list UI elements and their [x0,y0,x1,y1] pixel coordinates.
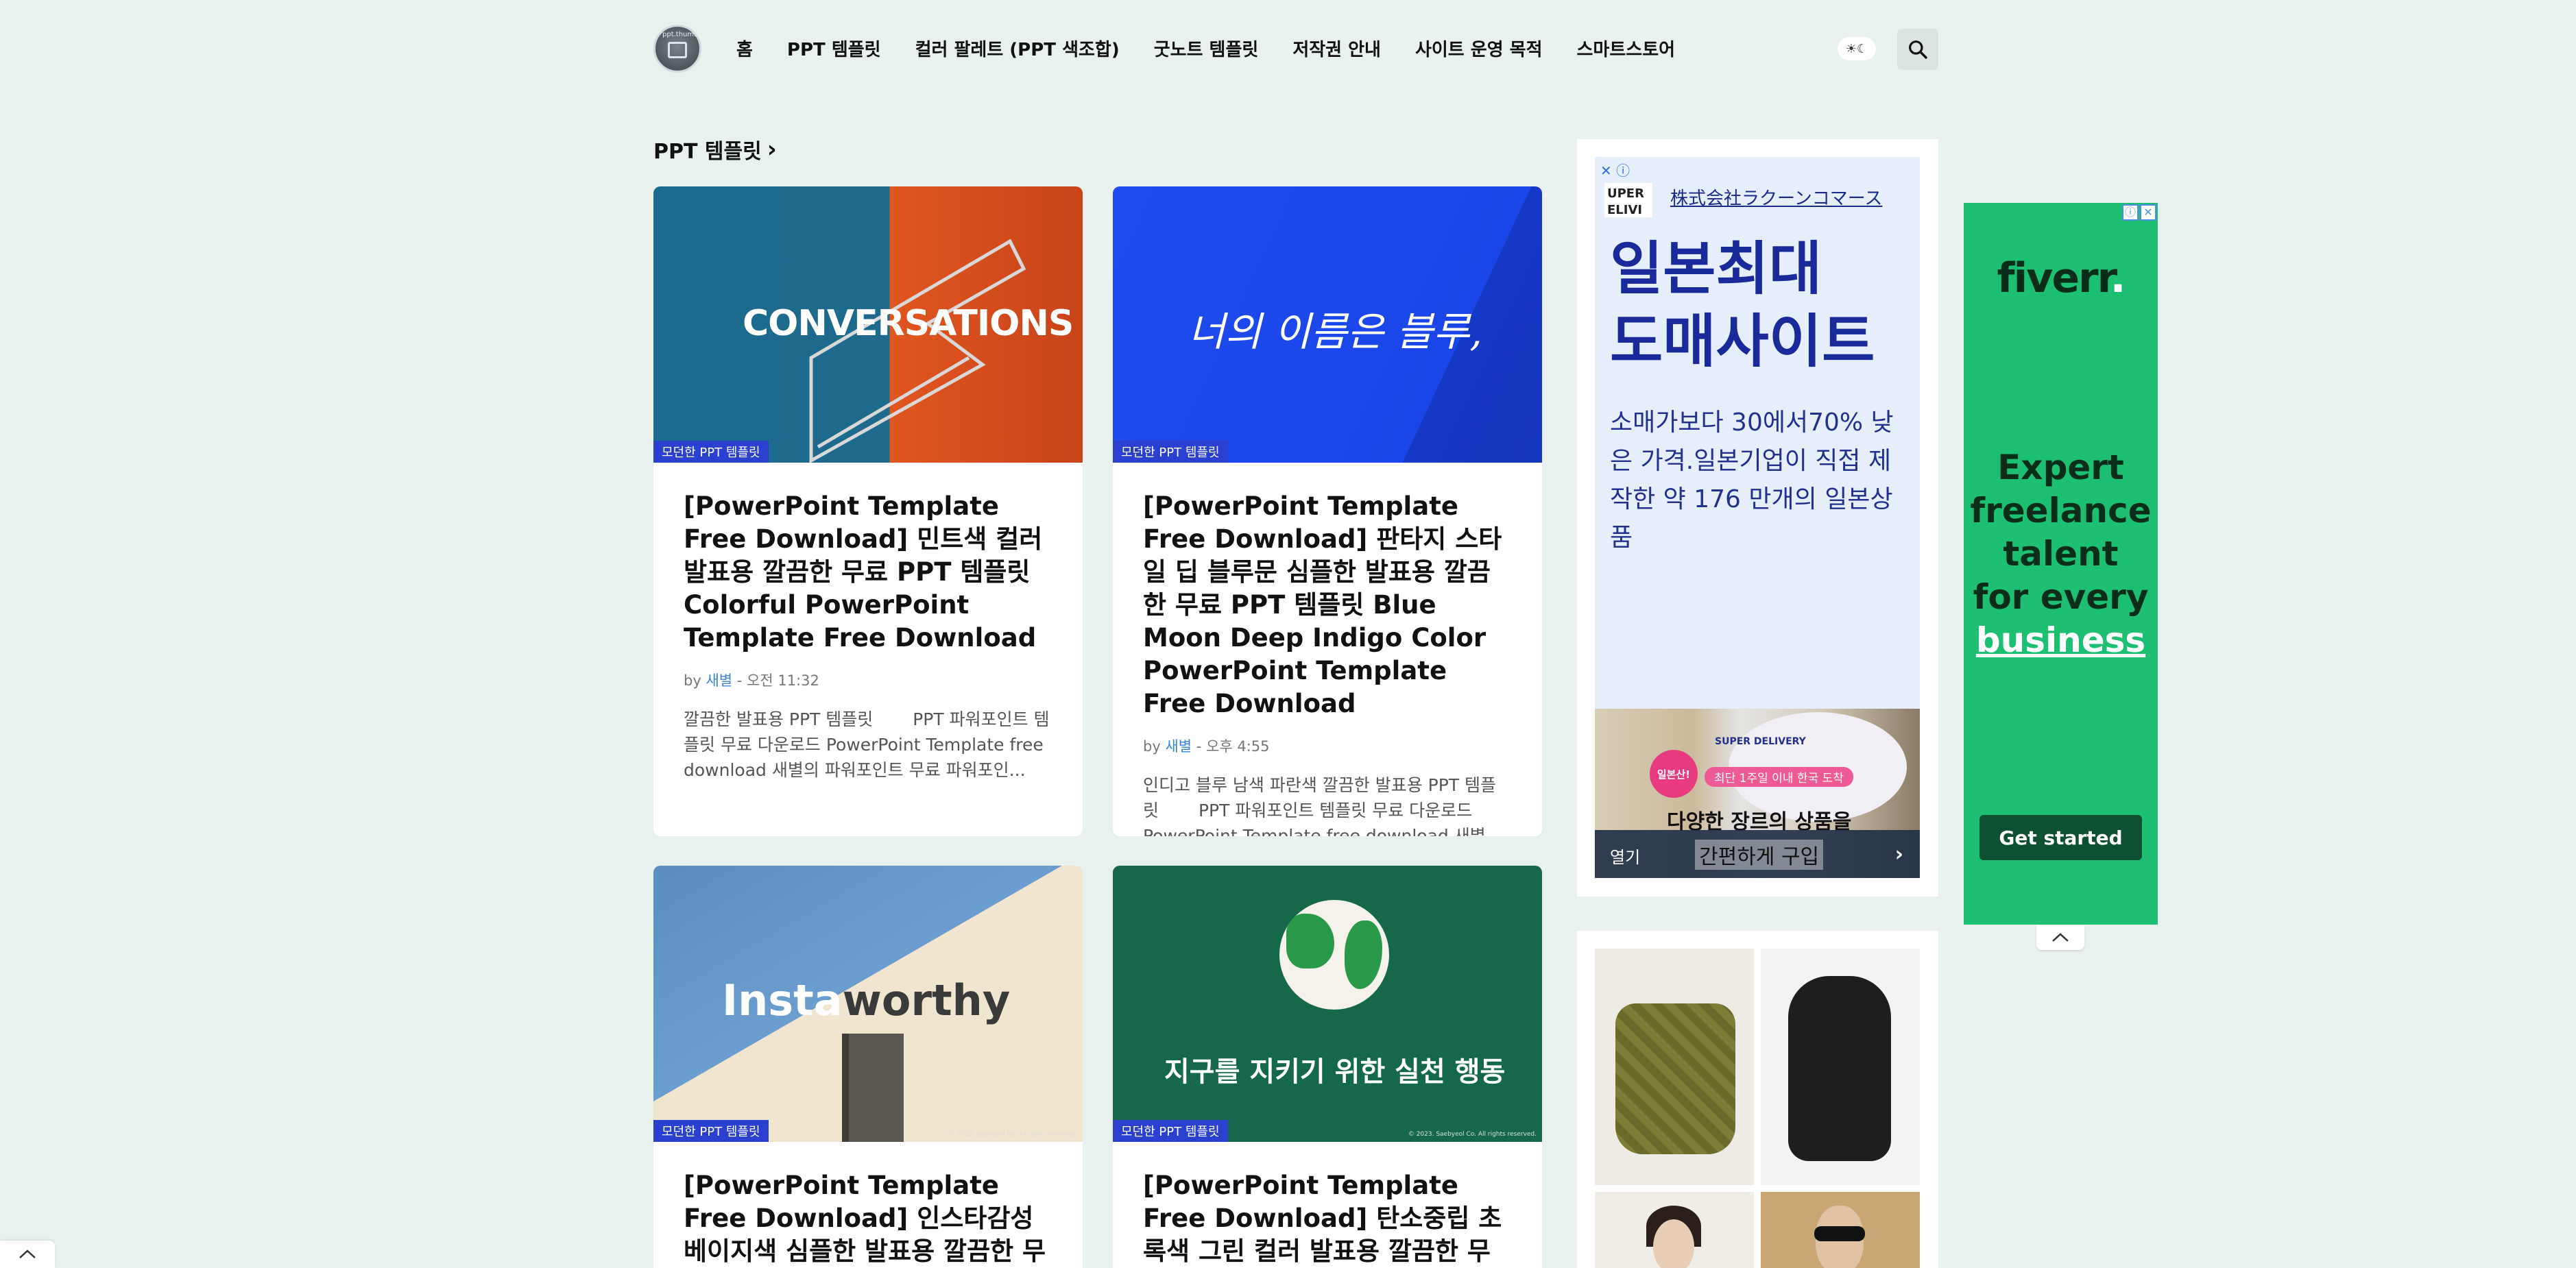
thumb-title: 지구를 지키기 위한 실천 행동 [1164,1056,1506,1088]
post-time: - 오전 11:32 [732,672,819,689]
fiverr-tagline: Expert freelance talent for every busine… [1964,446,2158,662]
post-excerpt: 깔끔한 발표용 PPT 템플릿 PPT 파워포인트 템플릿 무료 다운로드 Po… [684,709,1050,780]
chevron-right-icon: › [1894,842,1903,866]
ad-headline-line1: 일본최대 [1610,235,1822,302]
nav-item-goodnote-template[interactable]: 굿노트 템플릿 [1154,36,1259,61]
post-thumbnail[interactable]: 너의 이름은 블루, 모던한 PPT 템플릿 [1113,186,1542,463]
ad-image-badge: 일본산! [1650,750,1698,798]
thumb-title: CONVERSATIONS [743,303,1074,344]
ad-controls: ⓘ ✕ [2122,204,2156,221]
chevron-up-icon [2052,933,2069,942]
post-author[interactable]: 새별 [706,672,732,689]
tagline-highlight: business [1975,620,2146,660]
ad-headline: 일본최대 도매사이트 [1610,232,1875,378]
sunglasses-image [1814,1226,1865,1241]
tagline-line: business [1964,619,2158,662]
post-thumbnail[interactable]: 지구를 지키기 위한 실천 행동 © 2023. Saebyeol Co. Al… [1113,866,1542,1142]
product-image[interactable] [1595,1192,1754,1268]
model-face [1653,1219,1694,1268]
advertiser-logo: UPER ELIVI [1604,183,1652,217]
section-title: PPT 템플릿 [653,140,762,164]
thumb-copyright: © 2023. Saebyeol Co. All rights reserved… [948,1131,1077,1138]
product-image[interactable] [1595,949,1754,1185]
ad-info-icon[interactable]: ⓘ [2122,204,2139,221]
ad-collapse-button[interactable] [2036,925,2084,950]
site-logo[interactable]: ppt.thumbs [653,25,702,73]
product-image[interactable] [1761,1192,1920,1268]
post-card[interactable]: CONVERSATIONS 모던한 PPT 템플릿 [PowerPoint Te… [653,186,1083,836]
thumb-title: Instaworthy [722,975,1010,1025]
anchor-ad-expand-button[interactable] [0,1241,55,1268]
ad-headline-line2: 도매사이트 [1610,308,1875,375]
post-title[interactable]: [PowerPoint Template Free Download] 민트색 … [684,490,1052,655]
thumb-title-b: worthy [842,975,1011,1025]
fiverr-ad[interactable]: ⓘ ✕ fiverr. Expert freelance talent for … [1964,203,2158,925]
tagline-line: for every [1973,577,2149,617]
ad-open-bar[interactable]: 열기 간편하게 구입 › [1595,830,1920,878]
post-meta: by 새별 - 오후 4:55 [1143,735,1512,756]
post-card[interactable]: 지구를 지키기 위한 실천 행동 © 2023. Saebyeol Co. Al… [1113,866,1542,1268]
ad-image-brand: SUPER DELIVERY [1715,736,1806,747]
theme-toggle[interactable]: ☀☾ [1838,37,1876,60]
sun-moon-icon: ☀☾ [1845,41,1868,56]
thumb-title: 너의 이름은 블루, [1188,308,1482,355]
post-card[interactable]: 너의 이름은 블루, 모던한 PPT 템플릿 [PowerPoint Templ… [1113,186,1542,836]
advertiser-name[interactable]: 株式会社ラクーンコマース [1670,184,1882,210]
post-title[interactable]: [PowerPoint Template Free Download] 탄소중립… [1143,1169,1512,1268]
section-title-link[interactable]: PPT 템플릿 › [653,134,777,164]
category-badge[interactable]: 모던한 PPT 템플릿 [653,1120,769,1142]
product-image[interactable] [1761,949,1920,1185]
post-time: - 오후 4:55 [1192,738,1270,755]
tagline-line: freelance [1970,491,2152,531]
ad-bar-caption: 간편하게 구입 [1695,840,1824,870]
post-thumbnail[interactable]: CONVERSATIONS 모던한 PPT 템플릿 [653,186,1083,463]
meta-by: by [1143,738,1161,755]
fiverr-logo-dot: . [2110,254,2126,302]
search-icon [1909,40,1927,59]
category-badge[interactable]: 모던한 PPT 템플릿 [1113,441,1228,463]
main-nav: 홈 PPT 템플릿 컬러 팔레트 (PPT 색조합) 굿노트 템플릿 저작권 안… [736,36,1675,61]
thumb-title-a: Insta [722,975,843,1025]
product-ad-widget [1577,931,1938,1268]
building-graphic [842,1034,904,1142]
post-thumbnail[interactable]: Instaworthy © 2023. Saebyeol Co. All rig… [653,866,1083,1142]
nav-item-smartstore[interactable]: 스마트스토어 [1577,36,1676,61]
category-badge[interactable]: 모던한 PPT 템플릿 [1113,1120,1228,1142]
post-excerpt: 인디고 블루 남색 파란색 깔끔한 발표용 PPT 템플릿 PPT 파워포인트 … [1143,775,1502,836]
chevron-up-icon [19,1249,36,1258]
fiverr-logo-text: fiverr [1997,254,2112,302]
ad-open-label: 열기 [1610,848,1641,867]
tagline-line: Expert [1997,448,2124,487]
get-started-button[interactable]: Get started [1979,815,2142,860]
backpack-image [1788,976,1891,1161]
ad-image-pill: 최단 1주일 이내 한국 도착 [1705,767,1853,787]
sidebar-ad-widget: ✕ ⓘ UPER ELIVI 株式会社ラクーンコマース 일본최대 도매사이트 소… [1577,139,1938,897]
meta-by: by [684,672,701,689]
search-button[interactable] [1897,29,1938,70]
post-title[interactable]: [PowerPoint Template Free Download] 인스타감… [684,1169,1052,1268]
tagline-line: talent [2003,534,2119,574]
ad-body-copy: 소매가보다 30에서70% 낮은 가격.일본기업이 직접 제작한 약 176 만… [1610,409,1894,552]
ad-close-icon[interactable]: ✕ [2140,204,2156,221]
post-meta: by 새별 - 오전 11:32 [684,670,1052,690]
nav-item-copyright[interactable]: 저작권 안내 [1292,36,1381,61]
category-badge[interactable]: 모던한 PPT 템플릿 [653,441,769,463]
nav-item-home[interactable]: 홈 [736,36,753,61]
chevron-right-icon: › [767,136,777,163]
fiverr-logo: fiverr. [1964,254,2158,302]
quilted-bag-image [1615,1003,1735,1154]
nav-item-color-palette[interactable]: 컬러 팔레트 (PPT 색조합) [915,36,1120,61]
nav-item-ppt-template[interactable]: PPT 템플릿 [787,36,881,61]
adchoices-icon[interactable]: ✕ ⓘ [1600,160,1630,180]
nav-item-site-purpose[interactable]: 사이트 운영 목적 [1415,36,1543,61]
post-card[interactable]: Instaworthy © 2023. Saebyeol Co. All rig… [653,866,1083,1268]
thumb-copyright: © 2023. Saebyeol Co. All rights reserved… [1408,1131,1537,1138]
logo-mark-icon [668,42,687,58]
post-title[interactable]: [PowerPoint Template Free Download] 판타지 … [1143,490,1512,720]
logo-text: ppt.thumbs [662,31,702,38]
globe-icon [1279,900,1389,1010]
display-ad[interactable]: ✕ ⓘ UPER ELIVI 株式会社ラクーンコマース 일본최대 도매사이트 소… [1595,157,1920,878]
post-author[interactable]: 새별 [1165,738,1192,755]
